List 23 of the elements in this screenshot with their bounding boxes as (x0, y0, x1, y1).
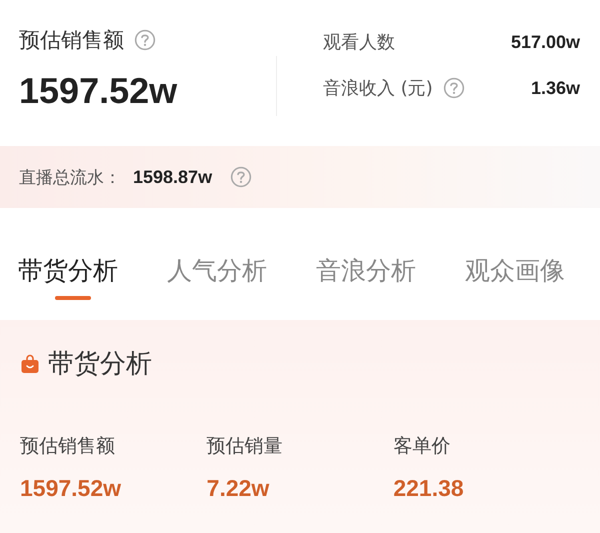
stat-label: 观看人数 (323, 31, 395, 54)
stat-label: 音浪收入 (元) (323, 77, 433, 100)
stat-value: 1.36w (530, 78, 580, 98)
metric-label: 客单价 (393, 434, 452, 459)
tab[interactable]: 人气分析 (153, 242, 302, 306)
tab[interactable]: 观众画像 (451, 242, 600, 306)
tab[interactable]: 音浪分析 (302, 242, 451, 306)
tab[interactable]: 带货分析 (4, 242, 153, 306)
metric-value: 1597.52w (19, 70, 178, 112)
section-title: 带货分析 (48, 348, 152, 381)
metric-label: 预估销量 (206, 434, 284, 459)
stat-value: 517.00w (510, 32, 580, 52)
metric-value: 1597.52w (20, 475, 122, 502)
metric-label: 预估销售额 (19, 27, 124, 54)
metric-value: 7.22w (206, 475, 270, 502)
help-icon[interactable] (134, 29, 156, 51)
help-icon[interactable] (442, 77, 465, 99)
flow-label: 直播总流水： (19, 166, 121, 188)
help-icon[interactable] (230, 166, 252, 188)
metric-label: 预估销售额 (20, 434, 116, 459)
shopping-bag-icon (20, 354, 40, 374)
metric-value: 221.38 (393, 475, 465, 502)
flow-value: 1598.87w (133, 166, 212, 188)
